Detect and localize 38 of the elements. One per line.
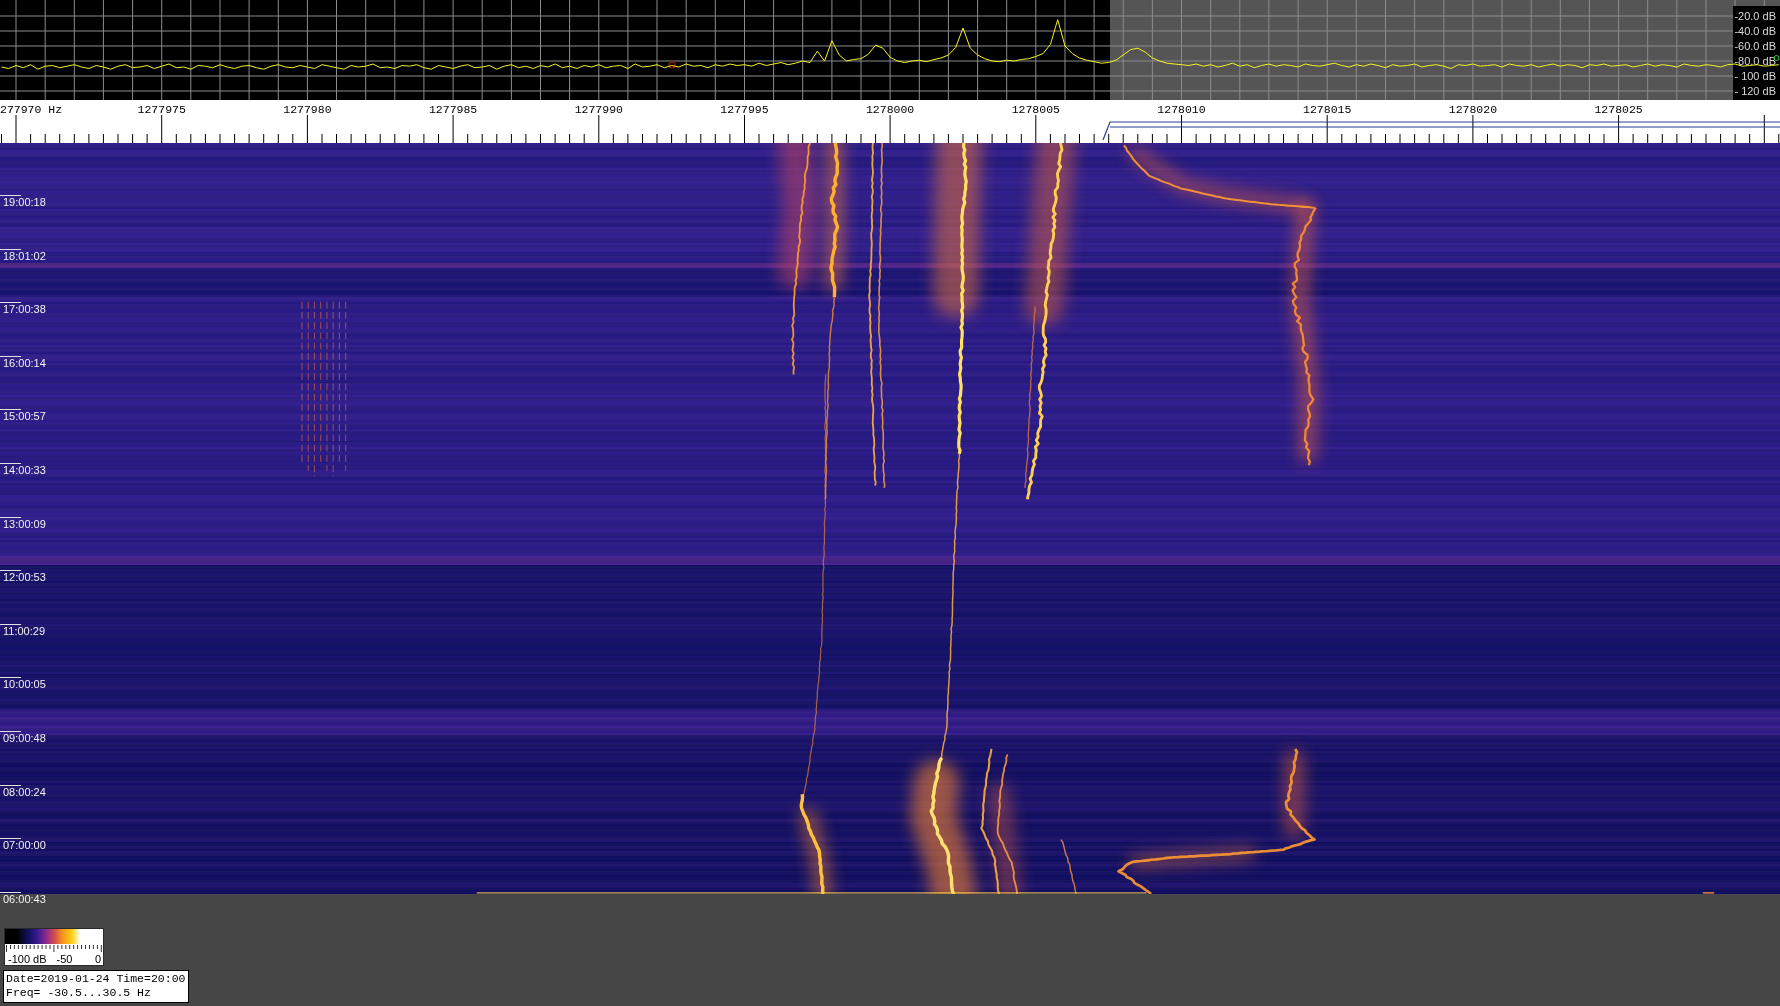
time-label: 18:01:02 bbox=[3, 249, 46, 263]
db-label: -60.0 dB bbox=[1734, 40, 1776, 52]
marker-icon bbox=[668, 61, 676, 69]
time-label: 16:00:14 bbox=[3, 356, 46, 370]
db-label: -40.0 dB bbox=[1734, 25, 1776, 37]
frequency-label: 1277985 bbox=[428, 103, 478, 116]
frequency-label: 277970 Hz bbox=[0, 103, 63, 116]
db-label: - 120 dB bbox=[1734, 85, 1776, 97]
time-label: 06:00:43 bbox=[3, 892, 46, 906]
time-label: 09:00:48 bbox=[3, 732, 46, 745]
time-label: 12:00:53 bbox=[3, 571, 46, 585]
time-label: 07:00:00 bbox=[3, 839, 46, 853]
db-label: -20.0 dB bbox=[1734, 10, 1776, 22]
frequency-label: 1278010 bbox=[1157, 103, 1206, 116]
frequency-label: 1277980 bbox=[283, 103, 332, 116]
time-label: 13:00:09 bbox=[3, 517, 46, 531]
scale-label: -100 dB bbox=[8, 953, 47, 965]
frequency-label: 1278025 bbox=[1594, 103, 1643, 116]
frequency-label: 1277990 bbox=[574, 103, 623, 116]
frequency-label: 1278005 bbox=[1011, 103, 1060, 116]
frequency-label: 1278000 bbox=[865, 103, 915, 116]
info-text: Date=2019-01-24 Time=20:00 bbox=[6, 972, 186, 986]
frequency-label: 1277975 bbox=[137, 103, 186, 116]
frequency-label: 1277995 bbox=[720, 103, 769, 116]
frequency-label: 1278015 bbox=[1303, 103, 1352, 116]
time-label: 14:00:33 bbox=[3, 464, 46, 477]
time-label: 10:00:05 bbox=[3, 678, 46, 692]
db-label: -80.0 dB bbox=[1734, 55, 1776, 67]
time-label: 17:00:38 bbox=[3, 303, 46, 317]
info-text: Freq= -30.5...30.5 Hz bbox=[6, 986, 152, 1000]
scale-label: -50 bbox=[56, 953, 73, 965]
frequency-label: 1278020 bbox=[1448, 103, 1498, 116]
time-label: 15:00:57 bbox=[3, 410, 46, 424]
db-label: - 100 dB bbox=[1734, 70, 1776, 82]
time-label: 11:00:29 bbox=[3, 624, 45, 638]
time-label: 19:00:18 bbox=[3, 196, 46, 209]
time-label: 08:00:24 bbox=[3, 785, 46, 799]
scale-label: 0 bbox=[94, 953, 101, 965]
